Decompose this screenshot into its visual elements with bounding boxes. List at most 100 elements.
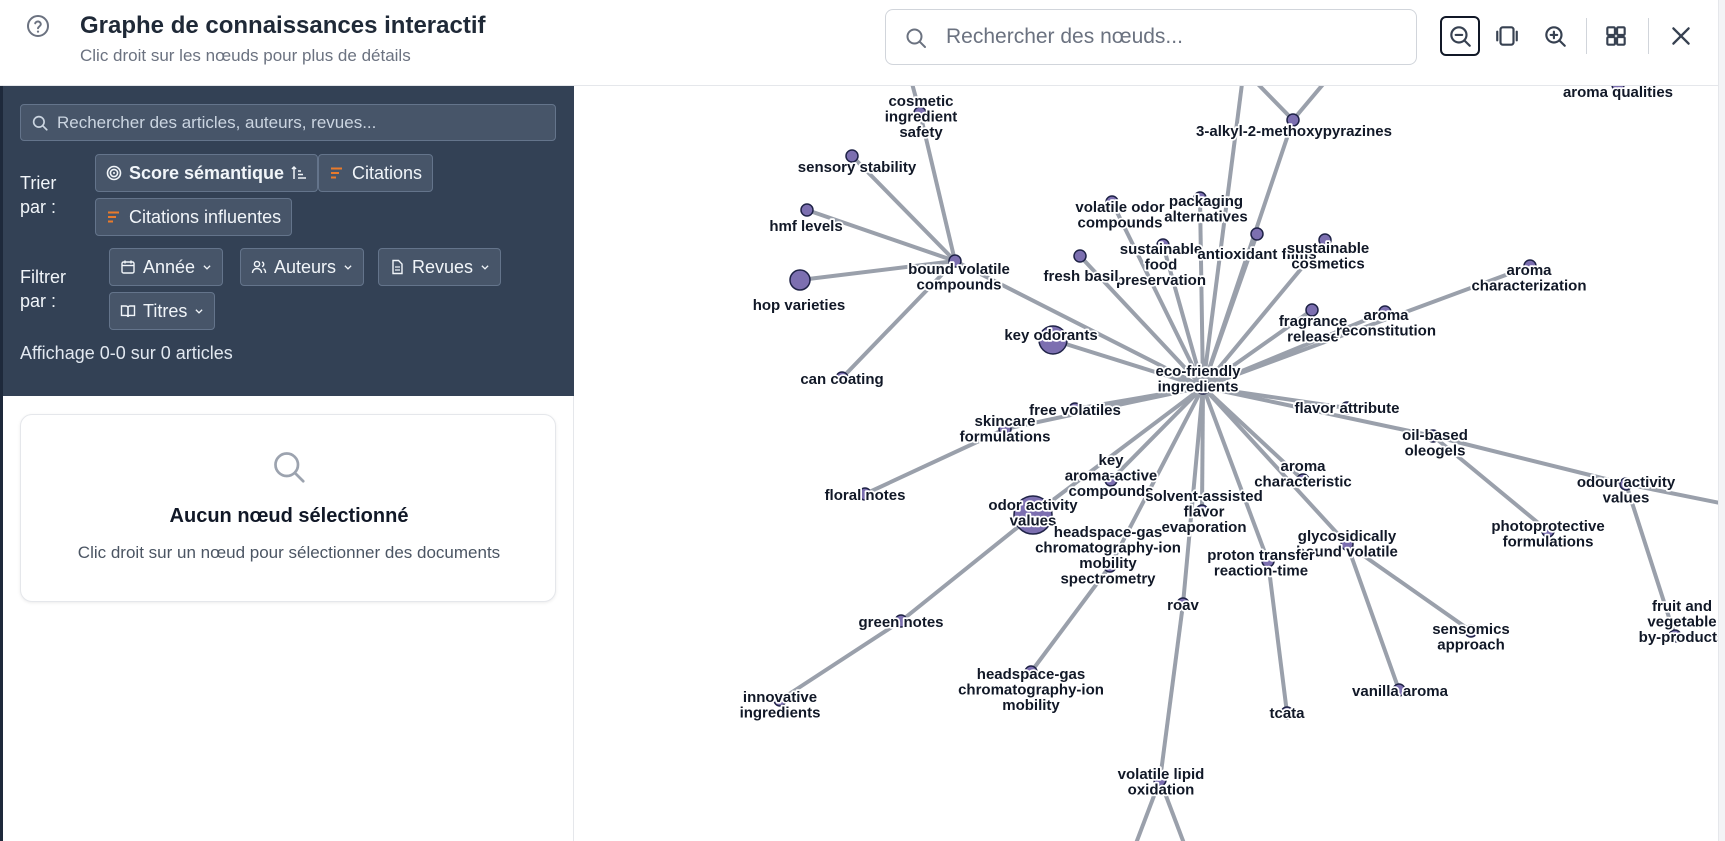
graph-svg[interactable]: eco-friendly ingredients cosmetic ingredien… (575, 86, 1725, 841)
graph-node-label-line: ingredients (1158, 379, 1239, 396)
graph-node-label-line: safety (899, 124, 943, 141)
graph-node-label-line: bound volatile (908, 261, 1010, 278)
graph-node-label-line: sustainable (1287, 240, 1370, 257)
graph-node-label[interactable]: flavor attribute (1293, 398, 1402, 419)
graph-node-label[interactable]: free volatiles (1027, 400, 1122, 421)
graph-node-label-line: aroma (1280, 458, 1326, 475)
filter-option-label: Revues (412, 256, 474, 277)
graph-node-label[interactable]: aroma qualities (1561, 86, 1675, 103)
modal-header: Graphe de connaissances interactif Clic … (0, 0, 1725, 86)
fit-view-button[interactable] (1487, 16, 1527, 56)
close-button[interactable] (1661, 16, 1701, 56)
graph-node-label[interactable]: key aroma-active compounds (1063, 450, 1159, 502)
graph-node-label[interactable]: tcata (1268, 703, 1307, 724)
filter-label: Filtrer par : (20, 267, 66, 311)
graph-node-label[interactable]: odour activity values (1575, 472, 1678, 508)
results-count: Affichage 0-0 sur 0 articles (20, 343, 233, 363)
graph-node-label[interactable]: solvent-assisted flavor evaporation (1143, 486, 1264, 538)
graph-edge (1158, 603, 1185, 781)
zoom-in-button[interactable] (1535, 16, 1575, 56)
graph-node-label[interactable]: fruit and vegetable by-products (1637, 596, 1725, 648)
graph-node-label[interactable]: sustainable cosmetics (1285, 238, 1371, 274)
graph-node-label[interactable]: aroma reconstitution (1334, 305, 1438, 341)
graph-node-label[interactable]: packaging alternatives (1163, 191, 1250, 227)
graph-node-label-line: alternatives (1164, 209, 1247, 226)
graph-node[interactable] (1250, 227, 1264, 241)
graph-node-label-line: proton transfer (1207, 547, 1315, 564)
graph-node-label-line: hop varieties (753, 297, 846, 314)
graph-node-label-line: vanilla aroma (1352, 683, 1449, 700)
sort-semantic-score-button[interactable]: Score sémantique (95, 154, 319, 192)
graph-node-label[interactable]: green notes (857, 612, 946, 633)
sort-influential-citations-button[interactable]: Citations influentes (95, 198, 293, 236)
bars-icon (331, 167, 342, 179)
zoom-in-icon (1545, 26, 1566, 47)
graph-node-label[interactable]: innovative ingredients (738, 687, 822, 723)
document-icon (392, 259, 403, 275)
graph-node-label[interactable]: cosmetic ingredient safety (883, 91, 959, 143)
graph-node-label[interactable]: hop varieties (751, 295, 847, 316)
graph-node-label-line: reaction-time (1214, 563, 1308, 580)
graph-canvas[interactable]: eco-friendly ingredients cosmetic ingredien… (575, 86, 1725, 841)
layout-button[interactable] (1596, 16, 1636, 56)
graph-node-label[interactable]: sensory stability (796, 157, 919, 178)
fit-view-icon (1496, 26, 1518, 46)
filter-authors-button[interactable]: Auteurs (240, 248, 365, 286)
node-search-box (885, 9, 1417, 65)
graph-node-label-line: aroma (1506, 262, 1552, 279)
graph-node-label-line: roav (1167, 597, 1199, 614)
graph-node-label[interactable]: volatile lipid oxidation (1116, 764, 1206, 800)
graph-node-label[interactable]: floral notes (823, 485, 907, 506)
graph-node-label[interactable]: roav (1165, 595, 1201, 616)
graph-node-label[interactable]: aroma characterization (1470, 260, 1589, 296)
graph-node-label-line: by-products (1639, 629, 1725, 646)
graph-node-label-line: food (1145, 257, 1177, 274)
graph-node-label[interactable]: photoprotective formulations (1490, 516, 1607, 552)
graph-node-label-line: release (1287, 329, 1339, 346)
graph-node-label[interactable]: sensomics approach (1430, 619, 1511, 655)
filter-journals-button[interactable]: Revues (378, 248, 502, 286)
graph-node-label[interactable]: headspace-gas chromatography-ion mobility s… (1033, 522, 1182, 589)
zoom-out-icon (1450, 26, 1471, 47)
graph-node-label-line: headspace-gas (1054, 524, 1162, 541)
graph-node-label[interactable]: bound volatile compounds (906, 259, 1011, 295)
graph-node-label-line: fresh basil (1043, 268, 1118, 285)
graph-node-label[interactable]: volatile odor compounds (1074, 197, 1167, 233)
graph-node-label[interactable]: eco-friendly ingredients (1154, 361, 1243, 397)
zoom-out-button[interactable] (1440, 16, 1480, 56)
graph-node-label[interactable]: sustainable food preservation (1114, 239, 1208, 291)
graph-node-label-line: aroma (1363, 307, 1409, 324)
graph-edge (899, 513, 1035, 623)
graph-node-label[interactable]: fresh basil (1042, 266, 1121, 287)
graph-node-label[interactable]: headspace-gas chromatography-ion mobility (956, 664, 1105, 716)
graph-edge (1291, 86, 1325, 122)
filter-titles-button[interactable]: Titres (109, 292, 216, 330)
filter-year-button[interactable]: Année (109, 248, 224, 286)
graph-node-label-line: hmf levels (769, 218, 842, 235)
graph-node-label[interactable]: key odorants (1003, 325, 1100, 346)
graph-edge (1345, 543, 1401, 691)
graph-node[interactable] (1073, 249, 1087, 263)
graph-node-label-line: characteristic (1254, 474, 1352, 491)
graph-node-label[interactable]: hmf levels (768, 216, 845, 237)
graph-node-label[interactable]: aroma characteristic (1252, 456, 1353, 492)
graph-node-label-line: green notes (858, 614, 943, 631)
graph-node-label[interactable]: can coating (799, 369, 886, 390)
graph-node-label-line: chromatography-ion (1035, 540, 1181, 557)
graph-node-label[interactable]: 3-alkyl-2-methoxypyrazines (1194, 121, 1393, 142)
users-icon (251, 260, 267, 274)
article-search-input[interactable] (57, 109, 547, 137)
graph-node[interactable] (800, 203, 814, 217)
node-search-input[interactable] (946, 18, 1406, 56)
graph-node-label[interactable]: oil-based oleogels (1400, 425, 1469, 461)
graph-node-label-line: formulations (960, 429, 1051, 446)
sort-ascending-icon (291, 165, 307, 179)
toolbar-divider (1586, 18, 1587, 54)
graph-node[interactable] (789, 269, 811, 291)
help-circle-icon[interactable] (26, 14, 50, 38)
sort-citations-button[interactable]: Citations (318, 154, 434, 192)
search-icon (906, 28, 926, 48)
graph-node-label[interactable]: proton transfer reaction-time (1205, 545, 1316, 581)
graph-node-label[interactable]: vanilla aroma (1350, 681, 1450, 702)
graph-node-label-line: odour activity (1577, 474, 1676, 491)
